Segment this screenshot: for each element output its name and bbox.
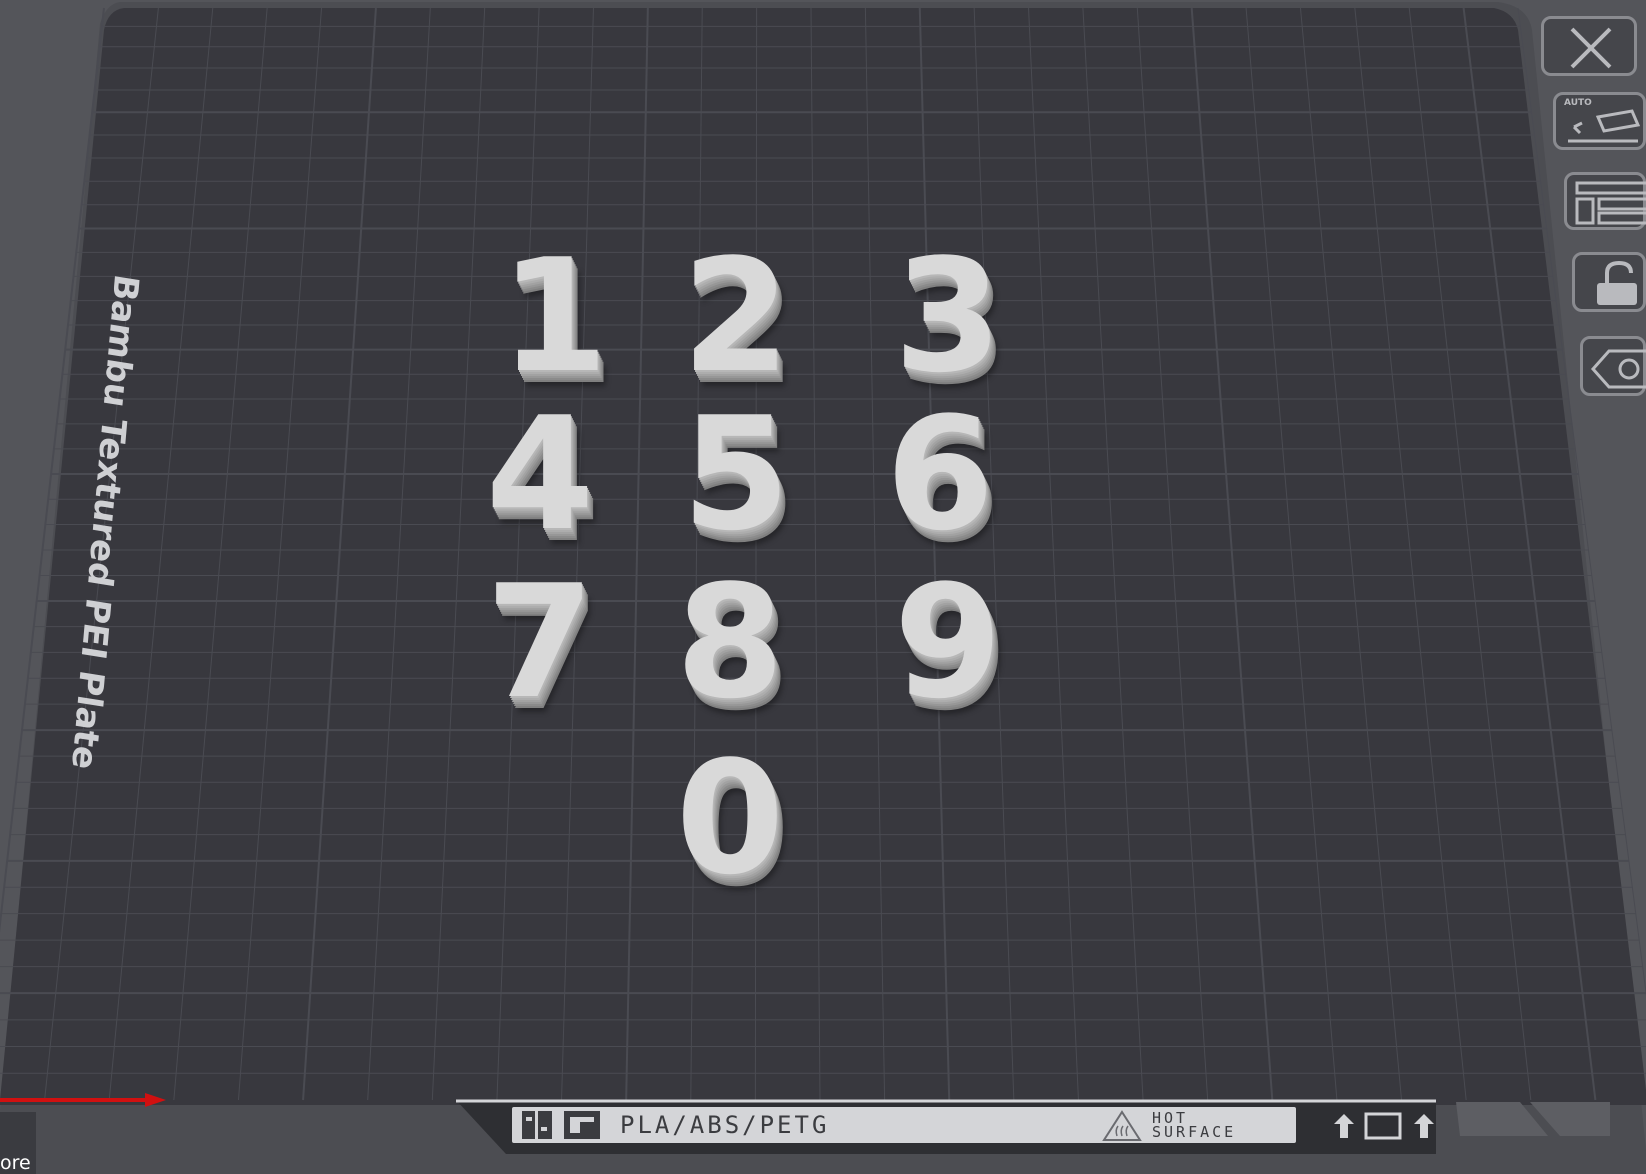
- object-digit-3[interactable]: 3: [888, 238, 1008, 394]
- close-icon: [1570, 27, 1612, 69]
- plate-type-icons: [522, 1111, 600, 1139]
- material-info-strip: PLA/ABS/PETG HOT SURFACE: [512, 1107, 1296, 1143]
- object-digit-1[interactable]: 1: [494, 238, 614, 394]
- auto-orient-icon: [1568, 109, 1641, 143]
- object-digit-4[interactable]: 4: [480, 396, 600, 552]
- object-digit-7[interactable]: 7: [480, 564, 600, 720]
- plate-settings-button[interactable]: [1580, 336, 1646, 396]
- more-label: ore: [0, 1152, 31, 1174]
- object-digit-5[interactable]: 5: [676, 396, 796, 552]
- plate-settings-icon: [1590, 349, 1646, 389]
- unlock-icon: [1597, 260, 1637, 305]
- object-digit-8[interactable]: 8: [670, 564, 790, 720]
- close-plate-button[interactable]: [1541, 16, 1637, 76]
- lock-plate-button[interactable]: [1572, 252, 1646, 312]
- arrange-icon: [1575, 181, 1646, 225]
- object-digit-0[interactable]: 0: [670, 740, 790, 896]
- object-digit-6[interactable]: 6: [880, 396, 1000, 552]
- build-plate-scene: [0, 2, 1646, 1174]
- hot-surface-warning-icon: [1102, 1110, 1142, 1141]
- hot-surface-label-line2: SURFACE: [1152, 1123, 1237, 1141]
- object-digit-2[interactable]: 2: [676, 238, 796, 394]
- material-compat-label: PLA/ABS/PETG: [620, 1111, 830, 1139]
- object-digit-9[interactable]: 9: [888, 564, 1008, 720]
- auto-orient-button[interactable]: AUTO: [1553, 92, 1646, 150]
- arrange-button[interactable]: [1564, 172, 1646, 230]
